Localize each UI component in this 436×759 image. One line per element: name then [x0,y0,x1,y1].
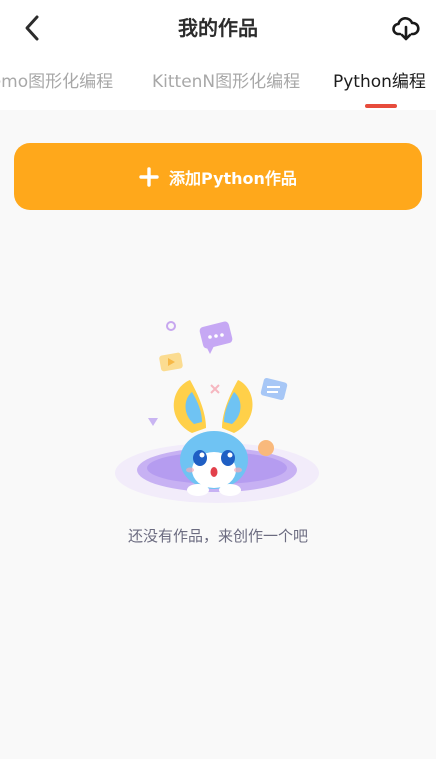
page-title: 我的作品 [178,16,258,40]
tab-python[interactable]: Python编程 [333,70,426,94]
tab-kitten[interactable]: KittenN图形化编程 [152,70,300,94]
cloud-download-button[interactable] [390,12,422,44]
empty-state-illustration [110,310,326,510]
add-python-work-button[interactable]: 添加Python作品 [14,143,422,210]
tab-bar: Nemo图形化编程 KittenN图形化编程 Python编程 [0,64,436,110]
header: 我的作品 Nemo图形化编程 KittenN图形化编程 Python编程 [0,0,436,110]
tab-nemo[interactable]: Nemo图形化编程 [0,70,113,94]
screen: 我的作品 Nemo图形化编程 KittenN图形化编程 Python编程 添加P… [0,0,436,759]
empty-state-message: 还没有作品，来创作一个吧 [127,527,308,545]
add-button-label: 添加Python作品 [169,168,297,188]
tab-active-indicator [365,104,397,108]
cloud-download-icon [392,17,420,41]
plus-icon [139,166,159,187]
